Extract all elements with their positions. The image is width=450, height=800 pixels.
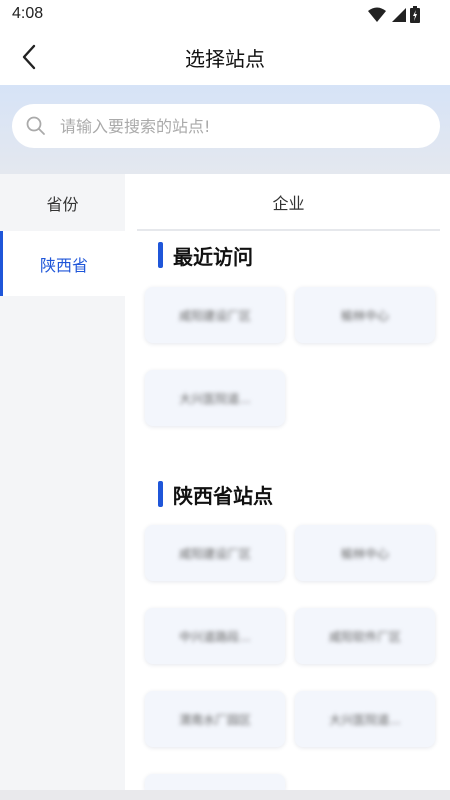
site-label: 大兴医院道... bbox=[329, 712, 401, 727]
recent-site-card[interactable]: 咸阳建设厂区 bbox=[145, 287, 285, 343]
province-header: 省份 bbox=[46, 194, 79, 214]
page-title: 选择站点 bbox=[185, 47, 265, 71]
site-label: 榆林中心 bbox=[340, 308, 389, 323]
signal-icon bbox=[392, 7, 406, 22]
battery-icon bbox=[410, 6, 420, 23]
top-app-bar: 选择站点 bbox=[0, 30, 450, 85]
company-header: 企业 bbox=[137, 174, 440, 231]
province-site-card[interactable] bbox=[145, 774, 285, 790]
province-site-card[interactable]: 榆林中心 bbox=[295, 525, 435, 581]
province-panel: 省份 陕西省 bbox=[0, 174, 125, 800]
site-label: 榆林中心 bbox=[340, 546, 389, 561]
province-site-card[interactable]: 大兴医院道... bbox=[295, 691, 435, 747]
wifi-icon bbox=[368, 7, 386, 22]
province-sites-section-title: 陕西省站点 bbox=[173, 484, 273, 508]
navigation-bar bbox=[0, 790, 450, 800]
search-icon bbox=[26, 116, 45, 135]
recent-section-title: 最近访问 bbox=[173, 245, 253, 269]
province-item-shaanxi[interactable]: 陕西省 bbox=[0, 231, 125, 296]
province-site-card[interactable]: 咸阳建设厂区 bbox=[145, 525, 285, 581]
search-input[interactable] bbox=[60, 116, 390, 136]
province-site-card[interactable]: 咸阳软件厂区 bbox=[295, 608, 435, 664]
province-site-card[interactable]: 中兴道路段... bbox=[145, 608, 285, 664]
site-label: 咸阳建设厂区 bbox=[178, 546, 251, 561]
site-label: 咸阳建设厂区 bbox=[178, 308, 251, 323]
section-marker bbox=[158, 481, 163, 507]
site-label: 中兴道路段... bbox=[179, 629, 251, 644]
site-label: 渭南水厂园区 bbox=[178, 712, 251, 727]
status-icons bbox=[368, 6, 420, 23]
search-box[interactable] bbox=[12, 104, 440, 148]
search-area bbox=[0, 85, 450, 174]
recent-site-card[interactable]: 榆林中心 bbox=[295, 287, 435, 343]
section-marker bbox=[158, 242, 163, 268]
site-label: 咸阳软件厂区 bbox=[328, 629, 401, 644]
status-bar: 4:08 bbox=[0, 0, 450, 30]
province-site-card[interactable]: 渭南水厂园区 bbox=[145, 691, 285, 747]
recent-site-card[interactable]: 大兴医院道... bbox=[145, 370, 285, 426]
site-label: 大兴医院道... bbox=[179, 391, 251, 406]
status-time: 4:08 bbox=[12, 5, 44, 22]
